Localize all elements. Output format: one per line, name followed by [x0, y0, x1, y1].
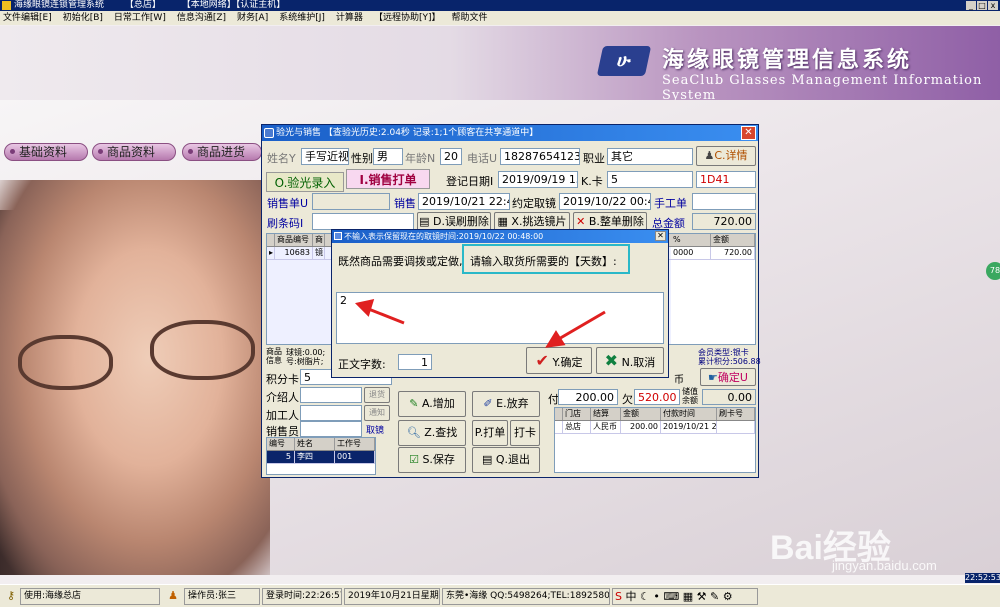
annotation-arrows	[354, 298, 606, 348]
arrow-to-input	[365, 306, 405, 325]
keyboard-icon: ⌨	[663, 590, 680, 603]
status-contact: 东莞•海缘 QQ:5498264;TEL:18925806916,07	[442, 588, 610, 605]
statusbar: ⚷ 使用:海缘总店 ♟ 操作员:张三 登录时间:22:26:57 2019年10…	[0, 584, 1000, 607]
status-login: 登录时间:22:26:57	[262, 588, 342, 605]
users-icon: ♟	[168, 589, 178, 602]
ime-toolbar[interactable]: S 中 ☾ • ⌨ ▦ ⚒ ✎ ⚙	[612, 588, 758, 605]
status-date: 2019年10月21日星期一	[344, 588, 440, 605]
key-icon: ⚷	[6, 589, 16, 602]
clock: 22:52:53	[965, 573, 1000, 583]
arrow-head-input	[354, 298, 375, 317]
pen-icon: ✎	[710, 590, 720, 603]
status-user: 使用:海缘总店	[20, 588, 160, 605]
tool-icon: ⚒	[696, 590, 707, 603]
arrow-head-ok	[545, 330, 566, 348]
ime-mode: 中	[625, 590, 637, 603]
moon-icon: ☾	[639, 590, 650, 603]
watermark-url: jingyan.baidu.com	[832, 558, 937, 573]
dot-icon: •	[653, 590, 660, 603]
arrow-to-ok	[556, 310, 606, 342]
grid-icon: ▦	[682, 590, 694, 603]
settings-icon: ⚙	[722, 590, 733, 603]
status-operator: 操作员:张三	[184, 588, 260, 605]
ime-logo-icon: S	[615, 590, 622, 603]
